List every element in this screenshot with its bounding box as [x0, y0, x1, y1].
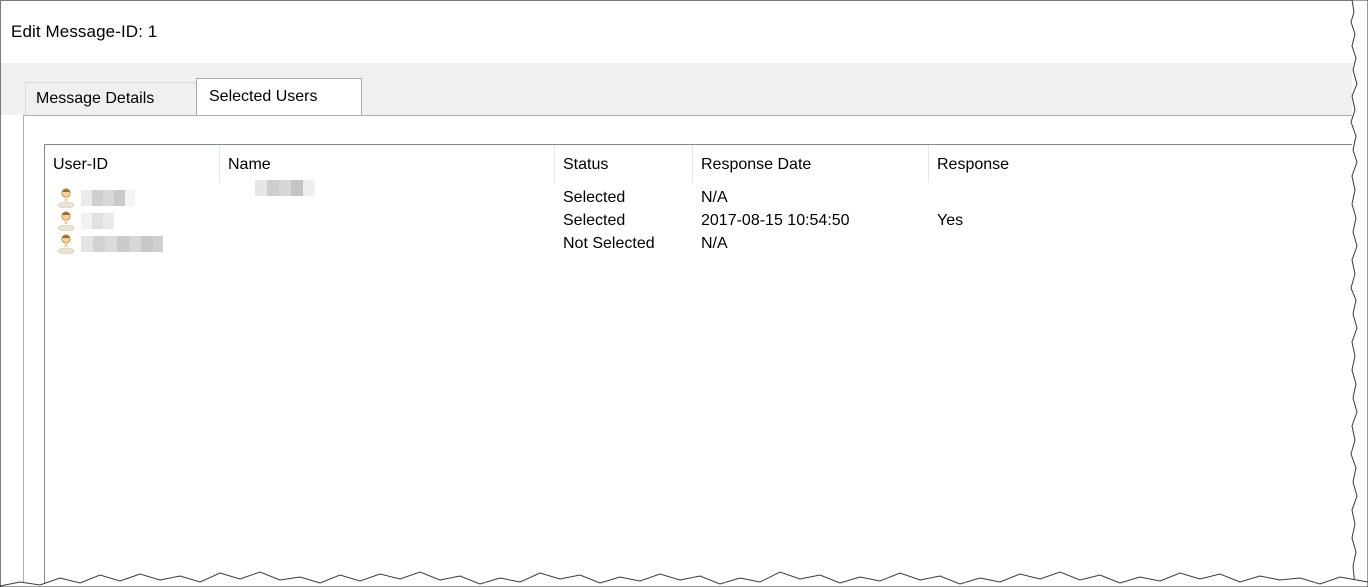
status-cell: Selected: [563, 189, 626, 206]
tab-content-panel: User-ID Name Status Response Date Respon…: [23, 115, 1352, 587]
tab-selected-users[interactable]: Selected Users: [196, 78, 362, 115]
user-icon: [57, 211, 75, 231]
tab-message-details[interactable]: Message Details: [25, 82, 197, 115]
window-title: Edit Message-ID: 1: [11, 22, 158, 41]
response-cell: [929, 232, 937, 255]
status-cell: Not Selected: [563, 235, 655, 252]
column-header-user-id[interactable]: User-ID: [45, 145, 220, 183]
response-cell: Yes: [937, 212, 964, 229]
user-id-redacted: [81, 236, 163, 252]
column-header-name[interactable]: Name: [220, 145, 555, 183]
response-date-cell: N/A: [701, 235, 728, 252]
column-header-response[interactable]: Response: [929, 145, 1309, 183]
user-id-redacted: [81, 190, 135, 206]
column-header-status[interactable]: Status: [555, 145, 693, 183]
response-date-cell: 2017-08-15 10:54:50: [701, 212, 850, 229]
list-header: User-ID Name Status Response Date Respon…: [45, 145, 1352, 183]
response-date-cell: N/A: [701, 189, 728, 206]
table-row[interactable]: Selected N/A: [45, 180, 1352, 209]
table-row[interactable]: Not Selected N/A: [45, 232, 1352, 255]
status-cell: Selected: [563, 212, 626, 229]
selected-users-list[interactable]: User-ID Name Status Response Date Respon…: [44, 144, 1352, 587]
response-cell: [929, 186, 937, 209]
edit-message-window: Edit Message-ID: 1 Message Details Selec…: [0, 0, 1352, 587]
user-icon: [57, 234, 75, 254]
column-header-response-date[interactable]: Response Date: [693, 145, 929, 183]
title-bar: Edit Message-ID: 1: [1, 1, 1352, 63]
torn-bottom-decoration: [0, 571, 1368, 587]
table-row[interactable]: Selected 2017-08-15 10:54:50 Yes: [45, 209, 1352, 232]
user-id-redacted: [81, 213, 114, 229]
torn-edge-decoration: [1350, 0, 1368, 587]
name-redacted: [255, 180, 315, 196]
tab-strip: Message Details Selected Users: [1, 63, 1352, 115]
user-icon: [57, 188, 75, 208]
